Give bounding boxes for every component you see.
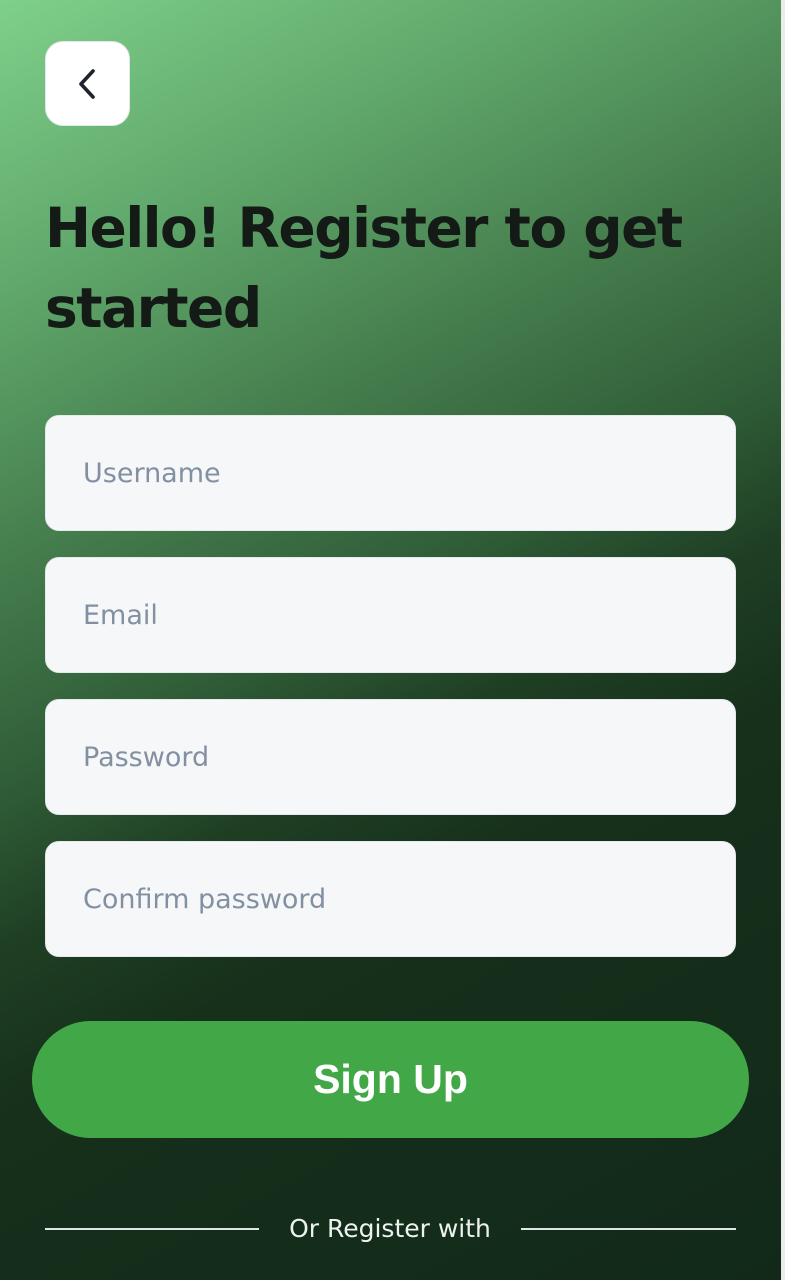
confirm-password-input[interactable] [45, 841, 736, 957]
username-input[interactable] [45, 415, 736, 531]
chevron-left-icon [78, 68, 95, 99]
or-register-with-label: Or Register with [289, 1214, 491, 1243]
password-input[interactable] [45, 699, 736, 815]
register-screen: Hello! Register to get started Sign Up O… [0, 0, 785, 1280]
back-button[interactable] [45, 41, 130, 126]
divider-line-left [45, 1228, 259, 1230]
screen-edge [781, 0, 785, 1280]
email-input[interactable] [45, 557, 736, 673]
sign-up-button[interactable]: Sign Up [32, 1021, 749, 1138]
page-title: Hello! Register to get started [45, 196, 683, 340]
divider-line-right [521, 1228, 736, 1230]
